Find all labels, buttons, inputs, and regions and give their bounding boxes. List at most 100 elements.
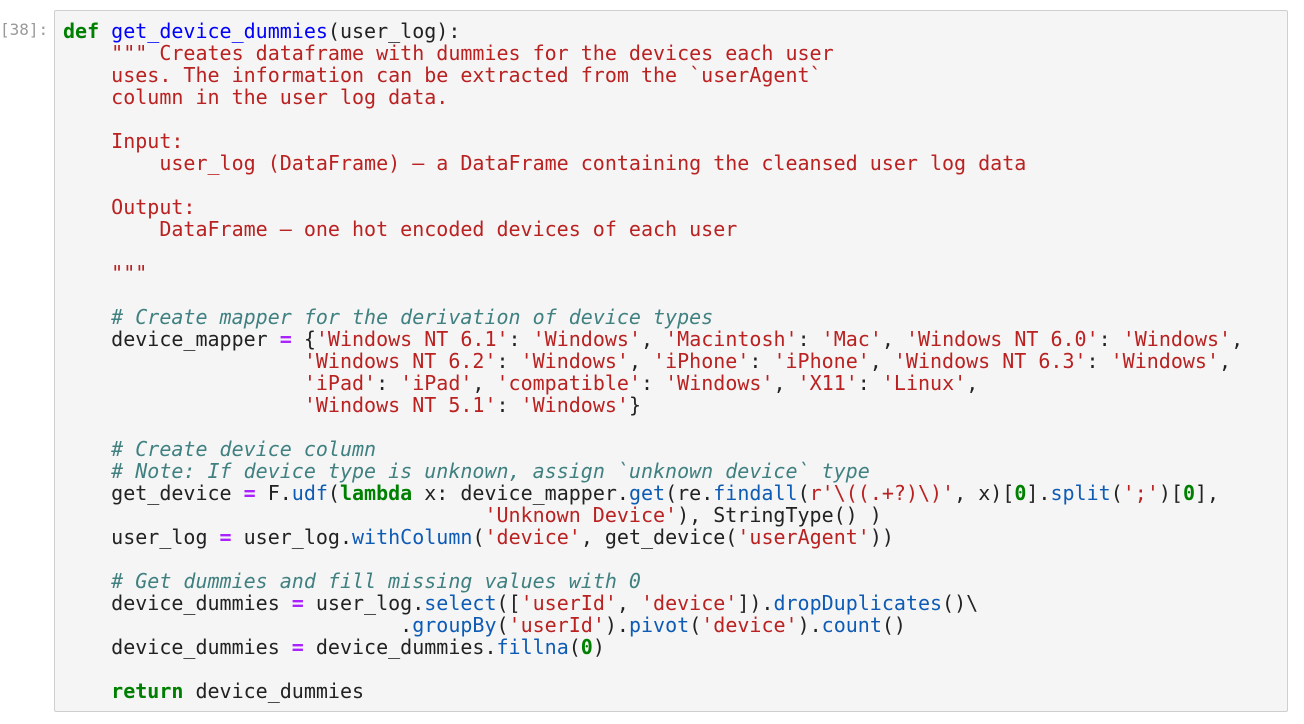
code-line: # Get dummies and fill missing values wi… <box>63 570 1281 592</box>
code-token-prop: count <box>821 613 882 637</box>
code-token-plain: ( <box>327 481 340 505</box>
code-input-area[interactable]: def get_device_dummies(user_log): """ Cr… <box>54 10 1288 712</box>
code-token-op: = <box>291 591 304 615</box>
code-token-prop: withColumn <box>352 525 473 549</box>
code-token-str: 'X11' <box>797 371 858 395</box>
code-token-prop: fillna <box>496 635 569 659</box>
code-token-plain: , <box>628 349 654 373</box>
code-token-str: 'Windows' <box>1122 327 1232 351</box>
code-token-plain: )) <box>869 525 894 549</box>
code-token-str: 'device' <box>641 591 738 615</box>
code-token-str: 'Unknown Device' <box>484 503 678 527</box>
code-token-prop: groupBy <box>412 613 497 637</box>
code-editor[interactable]: def get_device_dummies(user_log): """ Cr… <box>63 20 1281 702</box>
code-token-plain: : <box>797 327 822 351</box>
code-token-str: 'iPad' <box>400 371 473 395</box>
code-token-kw: return <box>111 679 184 703</box>
code-token-plain: , <box>641 327 666 351</box>
code-line: user_log = user_log.withColumn('device',… <box>63 526 1281 548</box>
code-token-op: = <box>243 481 256 505</box>
code-token-plain: , <box>773 371 798 395</box>
code-token-plain: () <box>881 613 906 637</box>
code-line: 'iPad': 'iPad', 'compatible': 'Windows',… <box>63 372 1281 394</box>
code-line: get_device = F.udf(lambda x: device_mapp… <box>63 482 1281 504</box>
code-line: """ Creates dataframe with dummies for t… <box>63 42 1281 64</box>
code-line: uses. The information can be extracted f… <box>63 64 1281 86</box>
code-token-plain: , <box>869 349 894 373</box>
code-token-plain: device_dummies. <box>303 635 497 659</box>
code-token-op: = <box>279 327 292 351</box>
code-token-plain: , <box>881 327 906 351</box>
code-token-plain: )[ <box>1158 481 1183 505</box>
code-line: return device_dummies <box>63 680 1281 702</box>
code-token-plain: ()\ <box>942 591 979 615</box>
code-line: device_mapper = {'Windows NT 6.1': 'Wind… <box>63 328 1281 350</box>
code-token-plain: ( <box>797 481 810 505</box>
code-token-str: 'Macintosh' <box>665 327 798 351</box>
code-token-str <box>63 173 111 197</box>
code-token-plain: ( <box>496 613 509 637</box>
code-token-str: Input: <box>63 129 184 153</box>
code-token-plain: ]). <box>737 591 774 615</box>
code-token-num: 0 <box>580 635 593 659</box>
code-line: def get_device_dummies(user_log): <box>63 20 1281 42</box>
code-token-plain: ], <box>1195 481 1220 505</box>
code-token-plain: F. <box>255 481 292 505</box>
code-token-op: = <box>291 635 304 659</box>
code-token-plain: device_dummies <box>63 635 292 659</box>
code-token-plain: device_dummies <box>63 591 292 615</box>
code-token-str: """ <box>63 261 148 285</box>
code-line: # Note: If device type is unknown, assig… <box>63 460 1281 482</box>
code-token-str <box>63 239 111 263</box>
code-token-num: 0 <box>1182 481 1195 505</box>
code-token-prop: pivot <box>628 613 690 637</box>
code-token-str: 'device' <box>484 525 581 549</box>
code-line: # Create mapper for the derivation of de… <box>63 306 1281 328</box>
code-token-plain: ]. <box>1026 481 1051 505</box>
code-token-plain: : <box>496 349 521 373</box>
code-token-plain: , <box>1219 349 1232 373</box>
code-token-plain: { <box>291 327 316 351</box>
code-token-str: 'compatible' <box>496 371 642 395</box>
cell-execution-prompt: [38]: <box>0 20 49 39</box>
code-token-plain: : <box>376 371 401 395</box>
code-token-str: DataFrame – one hot encoded devices of e… <box>63 217 738 241</box>
code-token-plain: , x)[ <box>954 481 1015 505</box>
code-line <box>63 174 1281 196</box>
code-token-str: 'Windows NT 6.1' <box>315 327 509 351</box>
code-token-str: 'Windows' <box>532 327 642 351</box>
code-token-plain: : <box>508 327 533 351</box>
code-token-op: = <box>219 525 232 549</box>
code-token-plain: user_log. <box>303 591 425 615</box>
code-token-prop: get <box>628 481 666 505</box>
notebook-code-cell[interactable]: [38]: def get_device_dummies(user_log): … <box>0 10 1304 712</box>
code-token-str: Output: <box>63 195 196 219</box>
code-token-plain: ( <box>568 635 581 659</box>
code-token-plain: , <box>616 591 642 615</box>
code-token-kw: def <box>63 19 100 43</box>
code-line: Output: <box>63 196 1281 218</box>
code-token-plain: ), StringType() ) <box>677 503 882 527</box>
code-token-plain: ( <box>689 613 702 637</box>
code-token-prop: split <box>1050 481 1111 505</box>
code-token-prop: findall <box>713 481 798 505</box>
notebook-container: [38]: def get_device_dummies(user_log): … <box>0 0 1304 724</box>
code-token-str: 'iPhone' <box>653 349 750 373</box>
code-token-prop: select <box>424 591 497 615</box>
code-token-plain: , <box>1231 327 1244 351</box>
code-token-plain: ([ <box>496 591 521 615</box>
code-token-plain: user_log <box>63 525 220 549</box>
code-token-str: 'Windows NT 5.1' <box>303 393 497 417</box>
code-token-plain: ) <box>592 635 605 659</box>
code-token-str: 'iPad' <box>303 371 377 395</box>
code-token-plain: x: device_mapper. <box>412 481 629 505</box>
code-token-str: uses. The information can be extracted f… <box>63 63 822 87</box>
